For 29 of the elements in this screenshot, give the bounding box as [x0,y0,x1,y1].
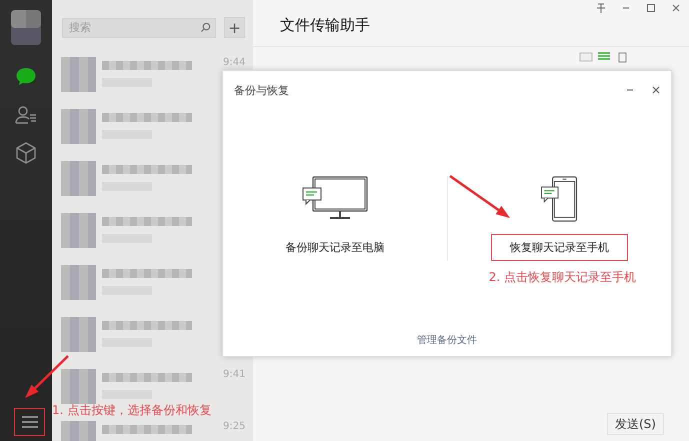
blurred-avatar [61,264,96,300]
option-button[interactable]: 恢复聊天记录至手机 [490,234,628,261]
blurred-avatar [61,368,96,404]
pin-icon[interactable] [594,2,608,14]
chat-time: 9:44 [223,57,245,68]
close-icon[interactable] [651,85,661,95]
search-field[interactable]: 搜索 [62,18,216,38]
chat-title: 文件传输助手 [280,16,370,34]
blurred-avatar [61,108,96,144]
add-button[interactable]: + [224,17,245,38]
option-button[interactable]: 备份聊天记录至电脑 [266,234,404,261]
maximize-icon[interactable] [644,2,658,14]
dialog-title: 备份与恢复 [234,82,290,98]
annotation-text: 1. 点击按键，选择备份和恢复 [52,402,212,419]
blurred-avatar [61,316,96,352]
chat-time: 9:41 [223,369,245,380]
blurred-avatar [61,212,96,248]
search-icon [200,22,211,33]
cube-icon[interactable] [14,141,38,165]
send-button[interactable]: 发送(S) [607,413,664,435]
manage-backups-link[interactable]: 管理备份文件 [417,333,477,347]
phone-chat-icon [539,176,580,222]
search-input[interactable]: 搜索 [67,20,200,35]
menu-button[interactable] [14,408,45,436]
annotation-text: 2. 点击恢复聊天记录至手机 [488,269,636,286]
blurred-avatar [61,56,96,92]
blurred-avatar [61,160,96,196]
chat-time: 9:25 [223,421,245,432]
menu-icon [22,416,38,428]
